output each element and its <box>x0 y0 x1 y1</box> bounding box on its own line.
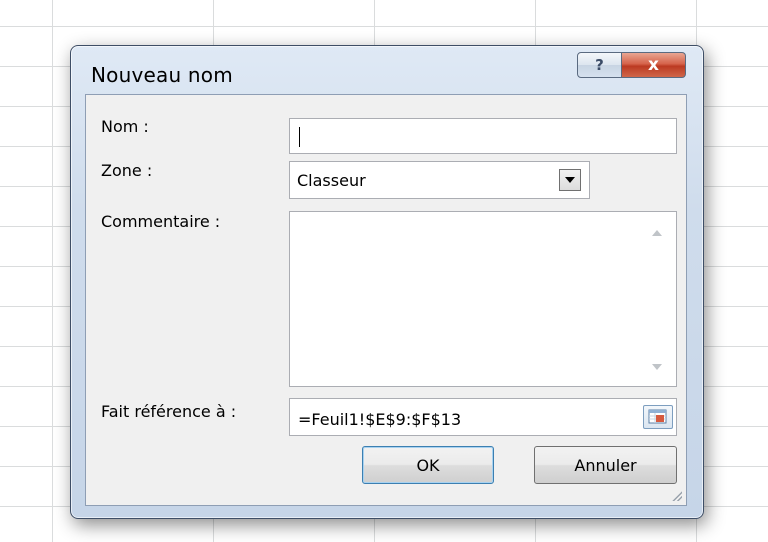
row-header-area <box>0 0 52 542</box>
scope-dropdown-button[interactable] <box>559 169 581 191</box>
ok-button[interactable]: OK <box>362 446 494 484</box>
caption-buttons: ? x <box>577 52 686 78</box>
dialog-title: Nouveau nom <box>91 63 233 87</box>
collapse-dialog-icon <box>648 409 667 424</box>
dialog-client-area: Nom : Zone : Classeur Commentaire : Fait… <box>85 94 687 506</box>
cancel-button[interactable]: Annuler <box>534 446 677 484</box>
scroll-up-icon[interactable] <box>652 230 662 236</box>
name-label: Nom : <box>101 117 149 136</box>
scroll-down-icon[interactable] <box>652 364 662 370</box>
help-button[interactable]: ? <box>577 52 622 78</box>
refers-to-input[interactable]: =Feuil1!$E$9:$F$13 <box>289 398 677 436</box>
scope-selected-value: Classeur <box>297 171 366 190</box>
chevron-down-icon <box>565 177 575 183</box>
comment-label: Commentaire : <box>101 212 221 231</box>
new-name-dialog: Nouveau nom ? x Nom : Zone : Classeur Co… <box>70 45 704 519</box>
scope-label: Zone : <box>101 161 153 180</box>
scope-select[interactable]: Classeur <box>289 161 590 199</box>
close-icon: x <box>648 55 659 75</box>
close-button[interactable]: x <box>622 52 686 78</box>
refers-to-value: =Feuil1!$E$9:$F$13 <box>298 410 462 429</box>
refers-to-label: Fait référence à : <box>101 402 237 421</box>
name-input[interactable] <box>289 118 677 154</box>
text-caret <box>299 127 300 147</box>
title-bar[interactable]: Nouveau nom ? x <box>71 46 703 94</box>
resize-grip-icon[interactable] <box>670 489 682 501</box>
range-select-button[interactable] <box>643 405 673 429</box>
comment-textarea[interactable] <box>289 211 677 387</box>
